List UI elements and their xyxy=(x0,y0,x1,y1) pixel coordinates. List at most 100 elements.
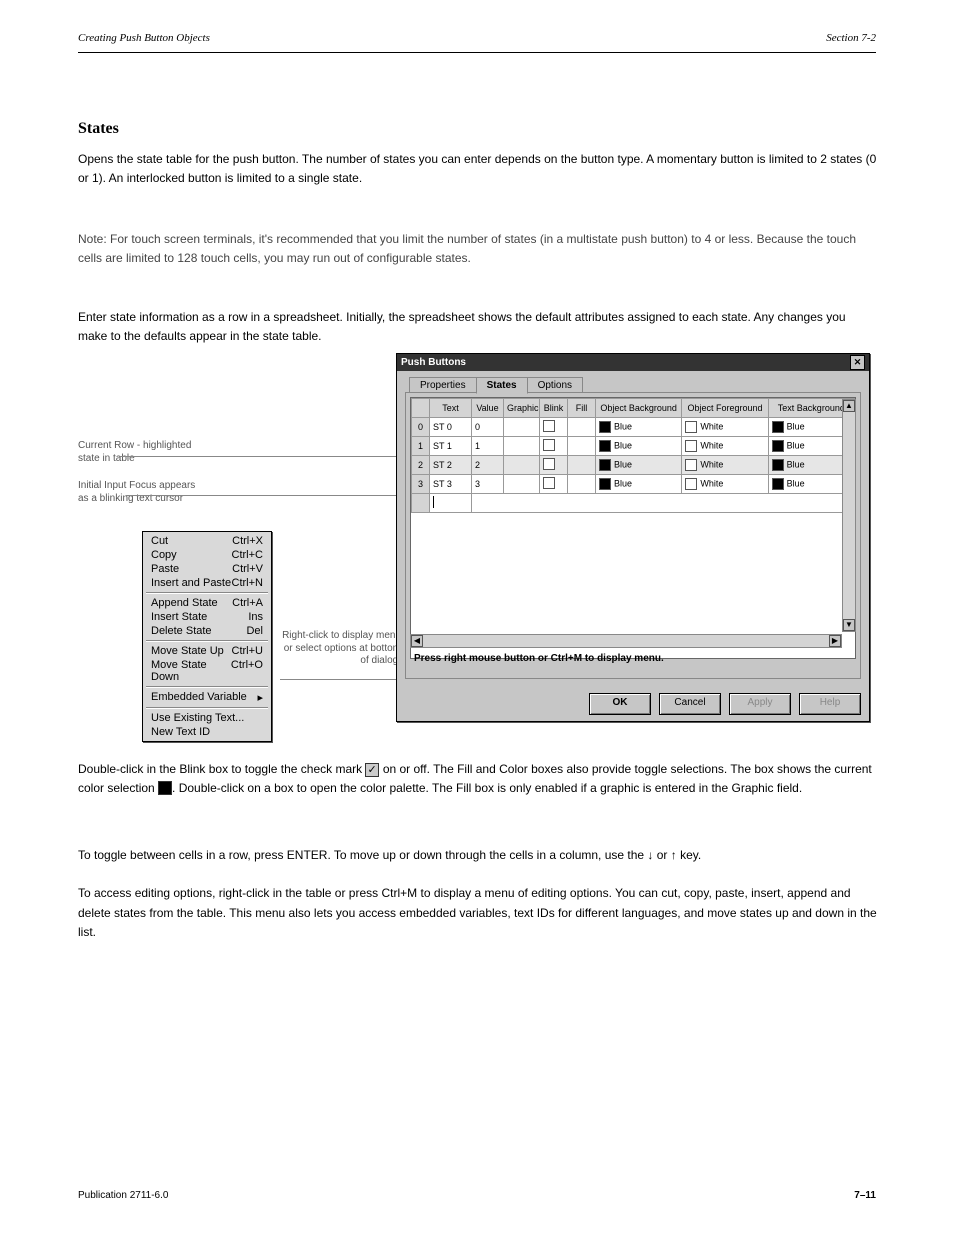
row-number[interactable]: 0 xyxy=(412,418,430,437)
scroll-left-icon[interactable]: ◀ xyxy=(411,635,423,647)
context-menu[interactable]: CutCtrl+X CopyCtrl+C PasteCtrl+V Insert … xyxy=(142,531,272,742)
color-swatch-icon[interactable] xyxy=(772,421,784,433)
ok-button[interactable]: OK xyxy=(589,693,651,715)
ctx-item-insert[interactable]: Insert StateIns xyxy=(143,610,271,624)
col-header-ofg[interactable]: Object Foreground xyxy=(682,399,768,418)
dialog-title: Push Buttons xyxy=(401,357,466,368)
ctx-item-move-up[interactable]: Move State UpCtrl+U xyxy=(143,644,271,658)
col-header-text[interactable]: Text xyxy=(430,399,472,418)
cell-fill[interactable] xyxy=(568,475,596,494)
table-row[interactable]: 2 ST 2 2 Blue White Blue xyxy=(412,456,855,475)
cell-fill[interactable] xyxy=(568,456,596,475)
cell-value[interactable]: 2 xyxy=(472,456,504,475)
cell-value[interactable]: 0 xyxy=(472,418,504,437)
ctx-separator xyxy=(146,640,268,642)
ctx-item-cut[interactable]: CutCtrl+X xyxy=(143,534,271,548)
dialog-sheet: Text Value Graphic Blink Fill Object Bac… xyxy=(405,392,861,679)
cell-blink[interactable] xyxy=(540,437,568,456)
color-swatch-icon[interactable] xyxy=(685,459,697,471)
ctx-item-delete[interactable]: Delete StateDel xyxy=(143,624,271,638)
cell-graphic[interactable] xyxy=(504,456,540,475)
state-table[interactable]: Text Value Graphic Blink Fill Object Bac… xyxy=(410,397,856,659)
ctx-item-paste[interactable]: PasteCtrl+V xyxy=(143,562,271,576)
ctx-separator xyxy=(146,592,268,594)
cell-blink[interactable] xyxy=(540,475,568,494)
cell-obg[interactable]: Blue xyxy=(596,418,682,437)
ctx-item-use-existing[interactable]: Use Existing Text... xyxy=(143,711,271,725)
cell-ofg[interactable]: White xyxy=(682,437,768,456)
ctx-item-insert-paste[interactable]: Insert and PasteCtrl+N xyxy=(143,576,271,590)
col-header-blank[interactable] xyxy=(412,399,430,418)
color-swatch-icon[interactable] xyxy=(599,421,611,433)
cell-graphic[interactable] xyxy=(504,437,540,456)
tab-states[interactable]: States xyxy=(476,377,528,394)
scroll-right-icon[interactable]: ▶ xyxy=(829,635,841,647)
color-swatch-icon[interactable] xyxy=(599,459,611,471)
cell-blink[interactable] xyxy=(540,456,568,475)
cell-ofg[interactable]: White xyxy=(682,418,768,437)
color-swatch-icon[interactable] xyxy=(685,421,697,433)
cell-text[interactable]: ST 2 xyxy=(430,456,472,475)
cell-text-cursor[interactable] xyxy=(430,494,472,513)
cell-graphic[interactable] xyxy=(504,475,540,494)
ctx-item-move-down[interactable]: Move State DownCtrl+O xyxy=(143,658,271,684)
cell-text[interactable]: ST 1 xyxy=(430,437,472,456)
callout-current-row: Current Row - highlighted state in table xyxy=(78,440,198,465)
scroll-down-icon[interactable]: ▼ xyxy=(843,619,855,631)
horizontal-scrollbar[interactable]: ◀ ▶ xyxy=(410,634,842,648)
cancel-button[interactable]: Cancel xyxy=(659,693,721,715)
color-swatch-icon[interactable] xyxy=(772,478,784,490)
cell-obg[interactable]: Blue xyxy=(596,475,682,494)
table-row[interactable] xyxy=(412,494,855,513)
checkbox-icon[interactable] xyxy=(543,477,555,489)
color-swatch-icon[interactable] xyxy=(772,459,784,471)
cell-ofg[interactable]: White xyxy=(682,475,768,494)
checkbox-icon[interactable] xyxy=(543,439,555,451)
col-header-obg[interactable]: Object Background xyxy=(596,399,682,418)
color-swatch-icon[interactable] xyxy=(772,440,784,452)
publication-footer: Publication 2711-6.0 xyxy=(78,1190,168,1201)
color-swatch-icon[interactable] xyxy=(599,440,611,452)
row-number[interactable]: 1 xyxy=(412,437,430,456)
table-row[interactable]: 3 ST 3 3 Blue White Blue xyxy=(412,475,855,494)
ctx-separator xyxy=(146,707,268,709)
col-header-fill[interactable]: Fill xyxy=(568,399,596,418)
ctx-item-copy[interactable]: CopyCtrl+C xyxy=(143,548,271,562)
checkbox-icon[interactable] xyxy=(543,420,555,432)
vertical-scrollbar[interactable]: ▲ ▼ xyxy=(842,399,856,632)
cell-fill[interactable] xyxy=(568,418,596,437)
cell-fill[interactable] xyxy=(568,437,596,456)
col-header-value[interactable]: Value xyxy=(472,399,504,418)
cell-text[interactable]: ST 0 xyxy=(430,418,472,437)
checkbox-icon[interactable] xyxy=(543,458,555,470)
table-row[interactable]: 1 ST 1 1 Blue White Blue xyxy=(412,437,855,456)
help-button[interactable]: Help xyxy=(799,693,861,715)
color-swatch-icon[interactable] xyxy=(685,478,697,490)
row-number[interactable]: 3 xyxy=(412,475,430,494)
scroll-up-icon[interactable]: ▲ xyxy=(843,400,855,412)
cell-value[interactable]: 1 xyxy=(472,437,504,456)
ctx-item-embedded-var[interactable]: Embedded Variable▸ xyxy=(143,690,271,705)
dialog-title-bar[interactable]: Push Buttons ✕ xyxy=(397,354,869,371)
row-number[interactable]: 2 xyxy=(412,456,430,475)
table-row[interactable]: 0 ST 0 0 Blue White Blue xyxy=(412,418,855,437)
close-icon[interactable]: ✕ xyxy=(850,355,865,370)
cell-value[interactable]: 3 xyxy=(472,475,504,494)
cell-ofg[interactable]: White xyxy=(682,456,768,475)
apply-button[interactable]: Apply xyxy=(729,693,791,715)
section-heading-states: States xyxy=(78,120,119,138)
cell-graphic[interactable] xyxy=(504,418,540,437)
ctx-separator xyxy=(146,686,268,688)
color-swatch-icon[interactable] xyxy=(685,440,697,452)
col-header-graphic[interactable]: Graphic xyxy=(504,399,540,418)
submenu-arrow-icon: ▸ xyxy=(257,691,263,704)
row-number-empty[interactable] xyxy=(412,494,430,513)
cell-blink[interactable] xyxy=(540,418,568,437)
cell-obg[interactable]: Blue xyxy=(596,456,682,475)
col-header-blink[interactable]: Blink xyxy=(540,399,568,418)
cell-obg[interactable]: Blue xyxy=(596,437,682,456)
cell-text[interactable]: ST 3 xyxy=(430,475,472,494)
ctx-item-append[interactable]: Append StateCtrl+A xyxy=(143,596,271,610)
color-swatch-icon[interactable] xyxy=(599,478,611,490)
ctx-item-new-text-id[interactable]: New Text ID xyxy=(143,725,271,739)
